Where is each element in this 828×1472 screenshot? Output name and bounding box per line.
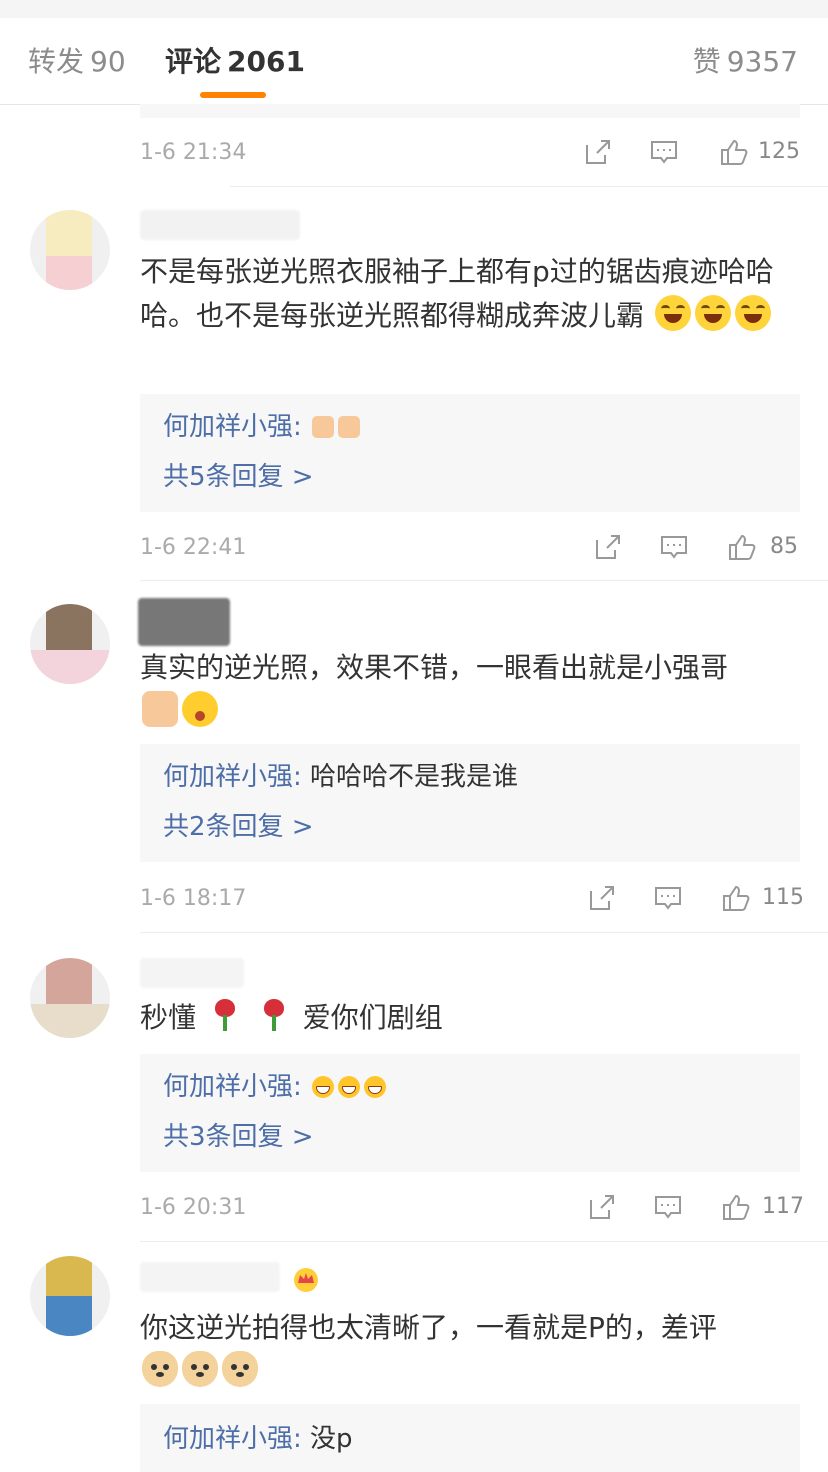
reply-line: 何加祥小强: 哈哈哈不是我是谁 [163,760,518,794]
rose-emoji [256,997,292,1033]
comment-time: 1-6 20:31 [140,1195,247,1220]
reply-author[interactable]: 何加祥小强: [163,1072,302,1102]
more-replies-link[interactable]: 共2条回复 > [163,810,314,844]
tab-bar: 转发 90 评论 2061 赞 9357 [0,18,828,105]
reply-line: 何加祥小强: [163,1070,388,1104]
share-icon[interactable] [582,1187,622,1227]
tab-comments-count: 2061 [227,45,305,78]
avatar[interactable] [30,1256,110,1336]
like-count: 125 [758,139,800,164]
grin-emoji [312,1076,335,1098]
tab-repost-label: 转发 [28,45,85,78]
comment-time: 1-6 22:41 [140,535,247,560]
divider [140,580,828,581]
comment-body: 你这逆光拍得也太清晰了，一看就是P的，差评 [140,1311,717,1344]
comment-actions: 115 [582,878,804,918]
comment-time: 1-6 18:17 [140,886,247,911]
shocked-emoji [182,691,218,727]
like-count: 117 [762,1194,804,1219]
comment-body: 真实的逆光照，效果不错，一眼看出就是小强哥 [140,651,729,684]
comment-icon[interactable] [648,1187,688,1227]
thumbs-up-emoji [338,416,361,438]
previous-reply-box [140,104,800,118]
tab-comments[interactable]: 评论 2061 [165,44,305,80]
divider [140,932,828,933]
share-icon[interactable] [588,527,628,567]
comment-actions: 117 [582,1187,804,1227]
like-count: 115 [762,885,804,910]
reply-box[interactable]: 何加祥小强: 哈哈哈不是我是谁 共2条回复 > [140,744,800,862]
like-icon[interactable] [714,132,754,172]
doge-emoji [222,1351,258,1387]
more-replies-link[interactable]: 共3条回复 > [163,1120,314,1154]
grin-emoji [364,1076,387,1098]
tab-likes-label: 赞 [692,45,721,78]
grin-emoji [338,1076,361,1098]
status-bar [0,0,828,18]
laugh-cry-emoji [694,295,731,331]
laugh-cry-emoji [734,295,771,331]
reply-author[interactable]: 何加祥小强: [163,762,302,792]
comment-icon[interactable] [654,527,694,567]
comment-text: 秒懂 爱你们剧组 [140,996,805,1040]
reply-text: 哈哈哈不是我是谁 [310,762,519,792]
thumbs-up-emoji [142,691,178,727]
rose-emoji [207,997,243,1033]
tab-likes[interactable]: 赞 9357 [693,44,798,80]
more-replies-link[interactable]: 共5条回复 > [163,460,314,494]
avatar[interactable] [30,210,110,290]
tab-likes-count: 9357 [726,45,798,78]
like-icon[interactable] [722,527,762,567]
comment-body-end: 爱你们剧组 [302,1001,443,1034]
vip-crown-icon [294,1268,318,1292]
reply-author[interactable]: 何加祥小强: [163,1424,302,1454]
share-icon[interactable] [578,132,618,172]
username-blurred[interactable] [140,1262,280,1292]
avatar[interactable] [30,604,110,684]
tab-repost[interactable]: 转发 90 [28,44,126,80]
username-blurred[interactable] [138,598,230,646]
comment-actions: 85 [588,527,800,567]
comment-text: 真实的逆光照，效果不错，一眼看出就是小强哥 [140,646,805,734]
active-tab-indicator [200,92,266,98]
comment-icon[interactable] [648,878,688,918]
comment-body-start: 秒懂 [140,1001,197,1034]
reply-author[interactable]: 何加祥小强: [163,412,302,442]
comment-icon[interactable] [644,132,684,172]
divider [230,186,828,187]
reply-box[interactable]: 何加祥小强: 没p [140,1404,800,1472]
comment-actions: 125 [578,132,800,172]
username-blurred[interactable] [140,210,300,240]
doge-emoji [142,1351,178,1387]
avatar[interactable] [30,958,110,1038]
reply-line: 何加祥小强: [163,410,362,444]
like-icon[interactable] [716,1187,756,1227]
laugh-cry-emoji [654,295,691,331]
tab-comments-label: 评论 [165,45,222,78]
comment-text: 你这逆光拍得也太清晰了，一看就是P的，差评 [140,1306,805,1394]
reply-text: 没p [310,1424,353,1454]
tab-repost-count: 90 [90,45,126,78]
username-blurred[interactable] [140,958,244,988]
like-count: 85 [770,534,798,559]
divider [140,1241,828,1242]
comment-time: 1-6 21:34 [140,140,247,165]
doge-emoji [182,1351,218,1387]
like-icon[interactable] [716,878,756,918]
comment-text: 不是每张逆光照衣服袖子上都有p过的锯齿痕迹哈哈哈。也不是每张逆光照都得糊成奔波儿… [140,250,805,338]
reply-line: 何加祥小强: 没p [163,1422,353,1456]
share-icon[interactable] [582,878,622,918]
thumbs-up-emoji [312,416,335,438]
reply-box[interactable]: 何加祥小强: 共5条回复 > [140,394,800,512]
reply-box[interactable]: 何加祥小强: 共3条回复 > [140,1054,800,1172]
